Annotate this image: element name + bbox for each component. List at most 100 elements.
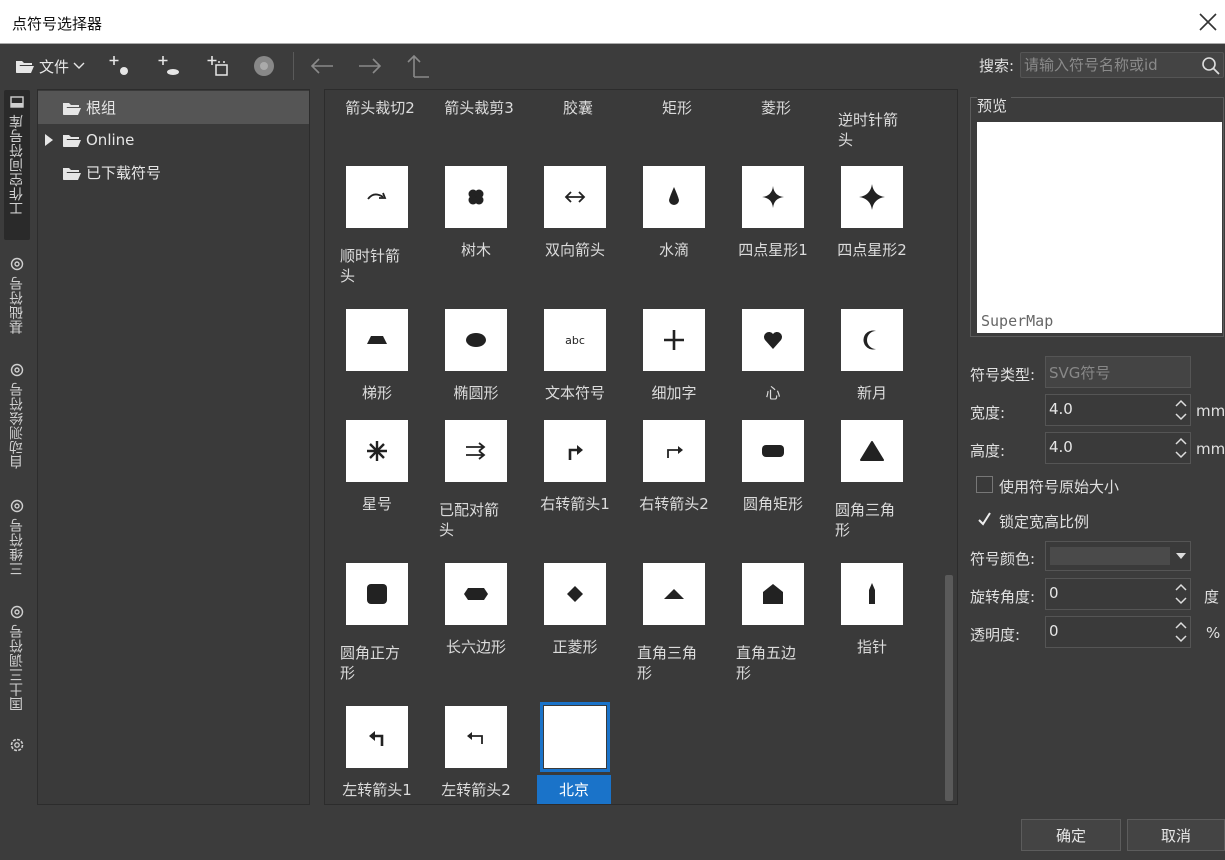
add-group-icon bbox=[207, 56, 228, 76]
color-picker[interactable] bbox=[1045, 541, 1191, 571]
asterisk-icon bbox=[367, 441, 387, 461]
symbol-item[interactable]: 左转箭头1 bbox=[325, 706, 424, 804]
folder-open-icon bbox=[63, 102, 81, 115]
preview-watermark: SuperMap bbox=[981, 312, 1054, 330]
original-size-checkbox[interactable] bbox=[976, 476, 993, 493]
file-menu-button[interactable]: 文件 bbox=[8, 50, 92, 82]
tree-item-downloaded[interactable]: 已下载符号 bbox=[38, 156, 309, 189]
symbol-item[interactable]: 四点星形1 bbox=[721, 166, 820, 296]
symbol-item-selected[interactable]: 北京 bbox=[523, 702, 622, 804]
symbol-label: 逆时针箭头 bbox=[838, 111, 899, 149]
symbol-type-field: SVG符号 bbox=[1045, 356, 1191, 388]
symbol-item[interactable]: 正菱形 bbox=[523, 563, 622, 693]
tab-label: 自动测绘符号 bbox=[9, 382, 25, 469]
spin-arrows-icon[interactable] bbox=[1174, 620, 1188, 644]
rotation-unit: 度 bbox=[1204, 588, 1220, 606]
right-triangle-icon bbox=[664, 589, 684, 599]
back-button[interactable] bbox=[306, 50, 338, 82]
symbol-label: 梯形 bbox=[361, 384, 392, 402]
symbol-item[interactable]: 树木 bbox=[424, 166, 523, 296]
symbol-item[interactable]: 细加字 bbox=[622, 309, 721, 409]
symbol-item[interactable]: 长六边形 bbox=[424, 563, 523, 693]
rounded-triangle-icon bbox=[860, 441, 884, 461]
forward-button[interactable] bbox=[354, 50, 386, 82]
symbol-item[interactable]: 矩形 bbox=[625, 98, 724, 138]
width-spinbox[interactable]: 4.0 bbox=[1045, 394, 1191, 426]
long-hexagon-icon bbox=[464, 588, 488, 600]
symbol-item[interactable]: abc 文本符号 bbox=[523, 309, 622, 409]
turn-left-arrow-icon bbox=[467, 732, 483, 744]
symbol-item[interactable]: 指针 bbox=[820, 563, 919, 693]
add-ellipse-symbol-button[interactable] bbox=[153, 50, 185, 82]
add-point-icon bbox=[109, 56, 128, 75]
tab-auto-mapping-symbols[interactable]: 自动测绘符号 bbox=[4, 358, 30, 480]
spin-arrows-icon[interactable] bbox=[1174, 582, 1188, 606]
symbol-label: 正菱形 bbox=[552, 638, 598, 656]
symbol-item[interactable]: 双向箭头 bbox=[523, 166, 622, 296]
add-group-button[interactable] bbox=[202, 50, 234, 82]
color-swatch bbox=[1050, 547, 1170, 565]
add-point-symbol-button[interactable] bbox=[104, 50, 136, 82]
symbol-item[interactable]: 右转箭头1 bbox=[523, 420, 622, 550]
symbol-item[interactable]: 圆角矩形 bbox=[721, 420, 820, 550]
tab-3d-symbols[interactable]: 三维符号 bbox=[4, 494, 30, 586]
opacity-spinbox[interactable]: 0 bbox=[1045, 616, 1191, 648]
close-icon[interactable] bbox=[1197, 11, 1219, 33]
search-icon[interactable] bbox=[1201, 56, 1221, 80]
add-ellipse-icon bbox=[158, 56, 179, 75]
symbol-item[interactable]: 直角五边形 bbox=[721, 563, 820, 693]
text-symbol-sample: abc bbox=[565, 333, 585, 347]
ok-button[interactable]: 确定 bbox=[1021, 819, 1121, 851]
up-button[interactable] bbox=[402, 50, 434, 82]
height-spinbox[interactable]: 4.0 bbox=[1045, 432, 1191, 464]
symbol-item[interactable]: 椭圆形 bbox=[424, 309, 523, 409]
spin-arrows-icon[interactable] bbox=[1174, 436, 1188, 460]
symbol-item[interactable]: 圆角三角形 bbox=[820, 420, 919, 550]
symbol-label: 箭头裁剪3 bbox=[444, 99, 514, 117]
settings-button[interactable] bbox=[4, 736, 30, 756]
four-point-star-icon bbox=[859, 184, 885, 210]
color-label: 符号颜色: bbox=[970, 550, 1036, 568]
tree-item-root[interactable]: 根组 bbox=[38, 91, 309, 124]
search-input[interactable] bbox=[1024, 54, 1194, 76]
rotation-spinbox[interactable]: 0 bbox=[1045, 578, 1191, 610]
symbol-item[interactable]: 顺时针箭头 bbox=[325, 166, 424, 296]
original-size-label: 使用符号原始大小 bbox=[999, 478, 1120, 496]
tab-basic-symbols[interactable]: 基础符号 bbox=[4, 252, 30, 344]
symbol-item[interactable]: 直角三角形 bbox=[622, 563, 721, 693]
tab-workspace-symbols[interactable]: 工作空间符号库 bbox=[4, 90, 30, 240]
cancel-button[interactable]: 取消 bbox=[1127, 819, 1225, 851]
symbol-label: 细加字 bbox=[651, 384, 697, 402]
clockwise-arrow-icon bbox=[367, 192, 387, 200]
symbol-item[interactable]: 水滴 bbox=[622, 166, 721, 296]
tree-item-online[interactable]: Online bbox=[38, 123, 309, 156]
symbol-item[interactable]: 逆时针箭头 bbox=[823, 98, 922, 149]
symbol-label: 胶囊 bbox=[562, 99, 593, 117]
grid-scrollbar[interactable] bbox=[945, 575, 953, 801]
symbol-item[interactable]: 星号 bbox=[325, 420, 424, 550]
symbol-item[interactable]: 新月 bbox=[820, 309, 919, 409]
link-icon bbox=[9, 362, 25, 382]
folder-open-icon bbox=[63, 167, 81, 180]
pentagon-icon bbox=[763, 584, 783, 604]
symbol-item[interactable]: 四点星形2 bbox=[820, 166, 919, 296]
lock-ratio-checkbox[interactable] bbox=[976, 511, 993, 528]
symbol-item[interactable]: 左转箭头2 bbox=[424, 706, 523, 804]
spin-arrows-icon[interactable] bbox=[1174, 398, 1188, 422]
symbol-item[interactable]: 圆角正方形 bbox=[325, 563, 424, 693]
tab-land-survey-symbols[interactable]: 国土三调符号 bbox=[4, 600, 30, 722]
symbol-item[interactable]: 胶囊 bbox=[526, 98, 625, 138]
symbol-item[interactable]: 已配对箭头 bbox=[424, 420, 523, 550]
import-symbol-button[interactable] bbox=[248, 50, 280, 82]
symbol-item[interactable]: 箭头裁剪3 bbox=[427, 98, 526, 138]
symbol-label: 新月 bbox=[856, 384, 887, 402]
symbol-label: 顺时针箭头 bbox=[340, 247, 401, 285]
expand-arrow-icon[interactable] bbox=[42, 133, 56, 147]
trapezoid-icon bbox=[367, 336, 387, 344]
symbol-label: 左转箭头2 bbox=[441, 781, 511, 799]
symbol-item[interactable]: 右转箭头2 bbox=[622, 420, 721, 550]
symbol-item[interactable]: 菱形 bbox=[724, 98, 823, 138]
symbol-item[interactable]: 梯形 bbox=[325, 309, 424, 409]
symbol-item[interactable]: 箭头裁切2 bbox=[328, 98, 427, 138]
symbol-item[interactable]: 心 bbox=[721, 309, 820, 409]
